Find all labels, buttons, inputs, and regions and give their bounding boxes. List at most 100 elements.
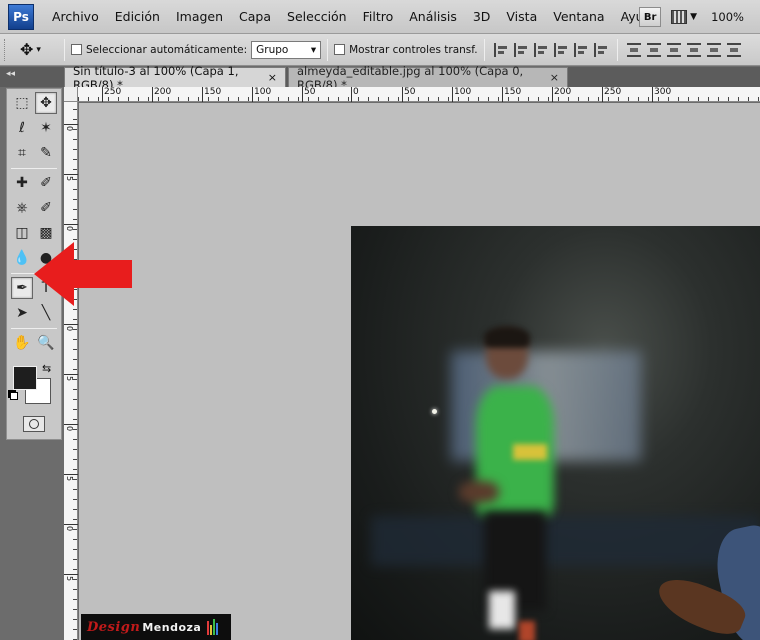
blur-tool-icon[interactable]: 💧 [11, 247, 33, 269]
swap-colors-icon[interactable]: ⇆ [42, 362, 51, 375]
distribute-vcenter-icon[interactable] [646, 42, 661, 57]
distribute-left-icon[interactable] [686, 42, 701, 57]
auto-select-option: Seleccionar automáticamente: Grupo ▾ [71, 40, 322, 59]
watermark-bars-icon [207, 619, 219, 635]
align-right-icon[interactable] [593, 42, 608, 57]
tool-row: ✚ ✐ [7, 172, 61, 194]
referee-sock [519, 621, 535, 640]
bar [210, 625, 213, 635]
bridge-button[interactable]: Br [639, 7, 662, 27]
menu-vista[interactable]: Vista [498, 9, 545, 24]
move-tool-icon[interactable]: ✥ [35, 92, 57, 114]
marquee-tool-icon[interactable]: ⬚ [11, 92, 33, 114]
distribute-right-icon[interactable] [726, 42, 741, 57]
menu-archivo[interactable]: Archivo [44, 9, 107, 24]
vertical-ruler[interactable]: 0 5 0 5 0 5 0 5 0 5 [64, 87, 78, 640]
ruler-label: 0 [65, 226, 74, 232]
menu-ventana[interactable]: Ventana [545, 9, 612, 24]
tab-almeyda-editable[interactable]: almeyda_editable.jpg al 100% (Capa 0, RG… [288, 64, 568, 92]
quick-mask-button[interactable] [23, 416, 45, 432]
ruler-tick [64, 474, 78, 475]
ruler-tick [64, 574, 78, 575]
tool-row: ⎈ ✐ [7, 197, 61, 219]
menu-imagen[interactable]: Imagen [168, 9, 231, 24]
watermark-text-mendoza: Mendoza [142, 620, 202, 634]
hand-tool-icon[interactable]: ✋ [11, 332, 33, 354]
ruler-label: 0 [65, 126, 74, 132]
document-image[interactable] [351, 226, 760, 640]
divider [11, 168, 57, 169]
ruler-origin[interactable] [64, 87, 78, 102]
distribute-buttons [624, 42, 744, 57]
auto-select-label: Seleccionar automáticamente: [86, 43, 248, 56]
distribute-bottom-icon[interactable] [666, 42, 681, 57]
light-spot [432, 409, 437, 414]
red-arrow-annotation [34, 242, 132, 306]
referee-armband [513, 444, 547, 460]
chevron-down-icon: ▼ [690, 12, 698, 22]
ruler-label: 0 [65, 426, 74, 432]
screen-mode-button[interactable]: ▼ [671, 8, 701, 26]
options-grip[interactable] [4, 38, 10, 61]
screen-mode-icon [671, 10, 688, 24]
align-left-icon[interactable] [553, 42, 568, 57]
zoom-tool-icon[interactable]: 🔍 [35, 332, 57, 354]
align-top-icon[interactable] [493, 42, 508, 57]
magic-wand-tool-icon[interactable]: ✶ [35, 117, 57, 139]
chevron-down-icon: ▾ [310, 43, 317, 56]
menu-analisis[interactable]: Análisis [401, 9, 465, 24]
menu-edicion[interactable]: Edición [107, 9, 168, 24]
ruler-label: 250 [604, 87, 622, 97]
gradient-tool-icon[interactable]: ▩ [35, 222, 57, 244]
history-brush-tool-icon[interactable]: ✐ [35, 197, 57, 219]
eraser-tool-icon[interactable]: ◫ [11, 222, 33, 244]
pen-tool-icon[interactable]: ✒ [11, 277, 33, 299]
close-icon[interactable]: × [268, 71, 277, 84]
ruler-label: 100 [254, 87, 272, 97]
collapse-panel-icon[interactable]: ◂◂ [6, 69, 15, 79]
referee-hair [484, 326, 530, 348]
ruler-tick [64, 124, 78, 125]
ruler-label: 0 [353, 87, 359, 97]
default-colors-icon[interactable] [10, 392, 18, 400]
menu-filtro[interactable]: Filtro [355, 9, 402, 24]
crop-tool-icon[interactable]: ⌗ [11, 142, 33, 164]
close-icon[interactable]: × [550, 71, 559, 84]
auto-select-value: Grupo [256, 43, 289, 56]
align-hcenter-icon[interactable] [573, 42, 588, 57]
align-bottom-icon[interactable] [533, 42, 548, 57]
ruler-label: 150 [504, 87, 522, 97]
align-vcenter-icon[interactable] [513, 42, 528, 57]
tool-row: ⬚ ✥ [7, 92, 61, 114]
brush-tool-icon[interactable]: ✐ [35, 172, 57, 194]
tab-sin-titulo-3[interactable]: Sin título-3 al 100% (Capa 1, RGB/8) * × [64, 64, 286, 92]
ruler-label: 5 [65, 576, 74, 582]
tool-preset-picker[interactable]: ✥ ▾ [20, 40, 58, 59]
ruler-label: 150 [204, 87, 222, 97]
eyedropper-tool-icon[interactable]: ✎ [35, 142, 57, 164]
distribute-top-icon[interactable] [626, 42, 641, 57]
zoom-level[interactable]: 100% [711, 10, 760, 24]
horizontal-ruler[interactable]: 250 200 150 100 50 0 50 100 150 200 250 … [78, 87, 760, 102]
ruler-tick [64, 524, 78, 525]
foreground-color-swatch[interactable] [13, 366, 37, 390]
menu-3d[interactable]: 3D [465, 9, 499, 24]
watermark-text-design: Design [87, 619, 141, 635]
ruler-tick [64, 374, 78, 375]
distribute-hcenter-icon[interactable] [706, 42, 721, 57]
ruler-tick [64, 174, 78, 175]
photoshop-logo-icon[interactable]: Ps [8, 3, 34, 30]
color-swatches: ⇆ [7, 362, 61, 412]
clone-stamp-tool-icon[interactable]: ⎈ [11, 197, 33, 219]
show-transform-checkbox[interactable] [334, 44, 346, 55]
auto-select-checkbox[interactable] [71, 44, 82, 55]
ruler-label: 0 [65, 326, 74, 332]
auto-select-dropdown[interactable]: Grupo ▾ [251, 40, 322, 59]
healing-brush-tool-icon[interactable]: ✚ [11, 172, 33, 194]
align-buttons [491, 42, 611, 57]
lasso-tool-icon[interactable]: ℓ [11, 117, 33, 139]
divider [616, 38, 618, 61]
path-selection-tool-icon[interactable]: ➤ [11, 302, 33, 324]
menu-seleccion[interactable]: Selección [279, 9, 355, 24]
menu-capa[interactable]: Capa [231, 9, 279, 24]
